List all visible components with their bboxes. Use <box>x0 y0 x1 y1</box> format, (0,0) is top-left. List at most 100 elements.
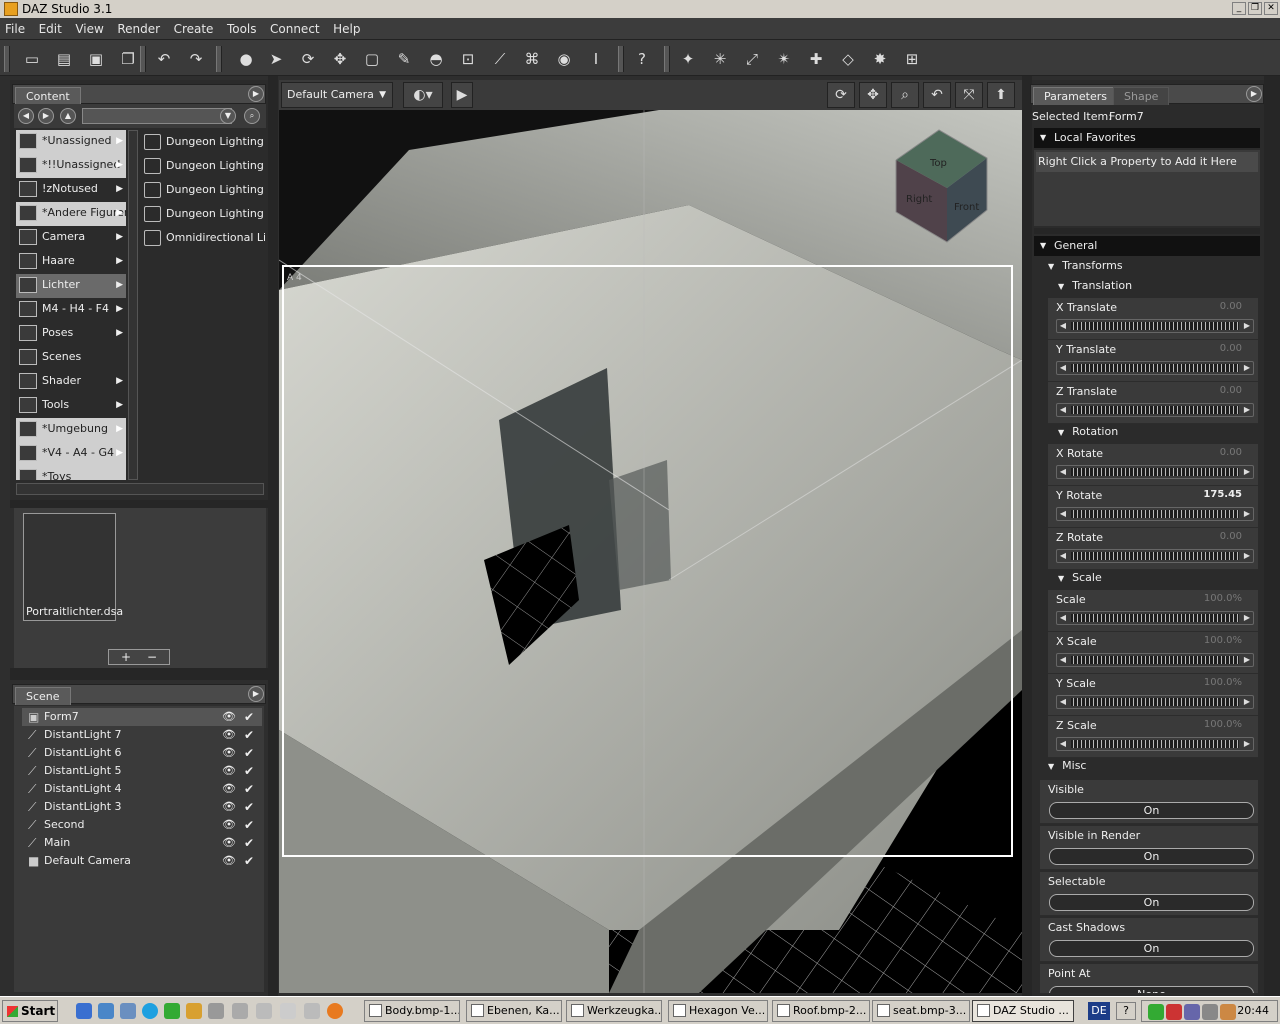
content-path-field[interactable] <box>82 108 232 124</box>
quicklaunch-firefox-icon[interactable] <box>327 1003 343 1019</box>
content-menu-button[interactable]: ▶ <box>248 86 264 102</box>
slider-track[interactable] <box>1056 695 1254 709</box>
tab-parameters[interactable]: Parameters <box>1033 87 1118 105</box>
category-item[interactable]: *V4 - A4 - G4 - ▶ <box>16 442 126 466</box>
camera-plus-icon[interactable]: ✚ <box>804 48 828 70</box>
misc-header[interactable]: ▼ Misc <box>1048 756 1252 776</box>
parameter-slider[interactable]: Z Translate 0.00 ◀ ▶ <box>1048 382 1258 424</box>
decrement-arrow-icon[interactable]: ◀ <box>1057 403 1069 417</box>
checkmark-icon[interactable]: ✔ <box>244 708 254 726</box>
taskbar-button[interactable]: Hexagon Ve... <box>668 1000 768 1022</box>
eye-icon[interactable]: 👁 <box>222 762 236 780</box>
scene-node[interactable]: ⟋ DistantLight 7 👁 ✔ <box>22 726 262 744</box>
back-button[interactable]: ◀ <box>18 108 34 124</box>
viewport-icon[interactable]: ⊡ <box>456 48 480 70</box>
checkmark-icon[interactable]: ✔ <box>244 744 254 762</box>
search-icon[interactable]: ⌕ <box>244 108 260 124</box>
eye-icon[interactable]: 👁 <box>222 744 236 762</box>
save-icon[interactable]: ▣ <box>84 48 108 70</box>
scene-menu-button[interactable]: ▶ <box>248 686 264 702</box>
slider-track[interactable] <box>1056 653 1254 667</box>
taskbar-button[interactable]: seat.bmp-3... <box>872 1000 970 1022</box>
quicklaunch-drive-icon[interactable] <box>232 1003 248 1019</box>
category-item[interactable]: *Toys <box>16 466 126 480</box>
increment-arrow-icon[interactable]: ▶ <box>1241 695 1253 709</box>
quicklaunch-mail-icon[interactable] <box>98 1003 114 1019</box>
slider-value[interactable]: 100.0% <box>1204 635 1242 646</box>
scene-node[interactable]: ■ Default Camera 👁 ✔ <box>22 852 262 870</box>
toggle-button[interactable]: On <box>1049 894 1254 911</box>
quicklaunch-drive4-icon[interactable] <box>304 1003 320 1019</box>
tab-scene[interactable]: Scene <box>15 687 71 705</box>
light-plus-icon[interactable]: ✦ <box>676 48 700 70</box>
joint-icon[interactable]: ⟋ <box>488 48 512 70</box>
menu-tools[interactable]: Tools <box>222 18 262 40</box>
open-icon[interactable]: ▤ <box>52 48 76 70</box>
eye-icon[interactable]: 👁 <box>222 834 236 852</box>
slider-value[interactable]: 100.0% <box>1204 677 1242 688</box>
deform-icon[interactable]: ⌘ <box>520 48 544 70</box>
active-pose-icon[interactable]: Ⅰ <box>584 48 608 70</box>
quicklaunch-media-icon[interactable] <box>208 1003 224 1019</box>
path-dropdown-button[interactable]: ▼ <box>220 108 236 124</box>
increment-arrow-icon[interactable]: ▶ <box>1241 507 1253 521</box>
decrement-arrow-icon[interactable]: ◀ <box>1057 319 1069 333</box>
slider-track[interactable] <box>1056 507 1254 521</box>
file-item[interactable]: Dungeon Lighting 1 <box>140 154 265 178</box>
file-item[interactable]: Omnidirectional Ligh <box>140 226 265 250</box>
parameter-slider[interactable]: Z Rotate 0.00 ◀ ▶ <box>1048 528 1258 570</box>
menu-connect[interactable]: Connect <box>265 18 325 40</box>
slider-track[interactable] <box>1056 737 1254 751</box>
remove-button[interactable]: − <box>147 650 157 664</box>
transforms-header[interactable]: ▼ Transforms <box>1048 256 1252 276</box>
tray-volume-icon[interactable] <box>1202 1004 1218 1020</box>
slider-value[interactable]: 100.0% <box>1204 719 1242 730</box>
language-indicator[interactable]: DE <box>1088 1002 1110 1020</box>
quicklaunch-skype-icon[interactable] <box>142 1003 158 1019</box>
category-item[interactable]: *Unassigned ▶ <box>16 130 126 154</box>
content-preview-splitter[interactable] <box>10 500 268 508</box>
reset-view-icon[interactable]: ⬆ <box>987 82 1015 108</box>
add-button[interactable]: + <box>121 650 131 664</box>
decrement-arrow-icon[interactable]: ◀ <box>1057 695 1069 709</box>
forward-button[interactable]: ▶ <box>38 108 54 124</box>
start-button[interactable]: Start <box>2 1000 58 1022</box>
menu-create[interactable]: Create <box>169 18 219 40</box>
minimize-button[interactable]: _ <box>1232 2 1246 15</box>
quicklaunch-desktop-icon[interactable] <box>120 1003 136 1019</box>
params-menu-button[interactable]: ▶ <box>1246 86 1262 102</box>
parameter-slider[interactable]: X Rotate 0.00 ◀ ▶ <box>1048 444 1258 486</box>
tray-app-icon[interactable] <box>1184 1004 1200 1020</box>
category-item[interactable]: *!!Unassigned ▶ <box>16 154 126 178</box>
category-item[interactable]: !zNotused ▶ <box>16 178 126 202</box>
tray-security-icon[interactable] <box>1148 1004 1164 1020</box>
save-as-icon[interactable]: ❐ <box>116 48 140 70</box>
tray-network-icon[interactable] <box>1166 1004 1182 1020</box>
eye-icon[interactable]: 👁 <box>222 798 236 816</box>
decrement-arrow-icon[interactable]: ◀ <box>1057 465 1069 479</box>
checkmark-icon[interactable]: ✔ <box>244 780 254 798</box>
eye-icon[interactable]: 👁 <box>222 816 236 834</box>
file-item[interactable]: Dungeon Lighting 1 <box>140 130 265 154</box>
pan-icon[interactable]: ✥ <box>859 82 887 108</box>
quicklaunch-drive3-icon[interactable] <box>280 1003 296 1019</box>
tray-speaker-icon[interactable] <box>1220 1004 1236 1020</box>
tab-content[interactable]: Content <box>15 87 81 105</box>
menu-help[interactable]: Help <box>328 18 365 40</box>
increment-arrow-icon[interactable]: ▶ <box>1241 549 1253 563</box>
taskbar-button[interactable]: Werkzeugka... <box>566 1000 662 1022</box>
slider-track[interactable] <box>1056 611 1254 625</box>
parameter-slider[interactable]: X Scale 100.0% ◀ ▶ <box>1048 632 1258 674</box>
slider-track[interactable] <box>1056 549 1254 563</box>
undo-icon[interactable]: ↶ <box>152 48 176 70</box>
toolbar-grip[interactable] <box>4 46 10 72</box>
help-icon[interactable]: ? <box>1116 1002 1136 1020</box>
increment-arrow-icon[interactable]: ▶ <box>1241 361 1253 375</box>
increment-arrow-icon[interactable]: ▶ <box>1241 653 1253 667</box>
quicklaunch-drive2-icon[interactable] <box>256 1003 272 1019</box>
decrement-arrow-icon[interactable]: ◀ <box>1057 611 1069 625</box>
left-splitter[interactable] <box>268 76 278 996</box>
zoom-icon[interactable]: ⌕ <box>891 82 919 108</box>
quicklaunch-app-icon[interactable] <box>164 1003 180 1019</box>
help-icon[interactable]: ? <box>630 48 654 70</box>
